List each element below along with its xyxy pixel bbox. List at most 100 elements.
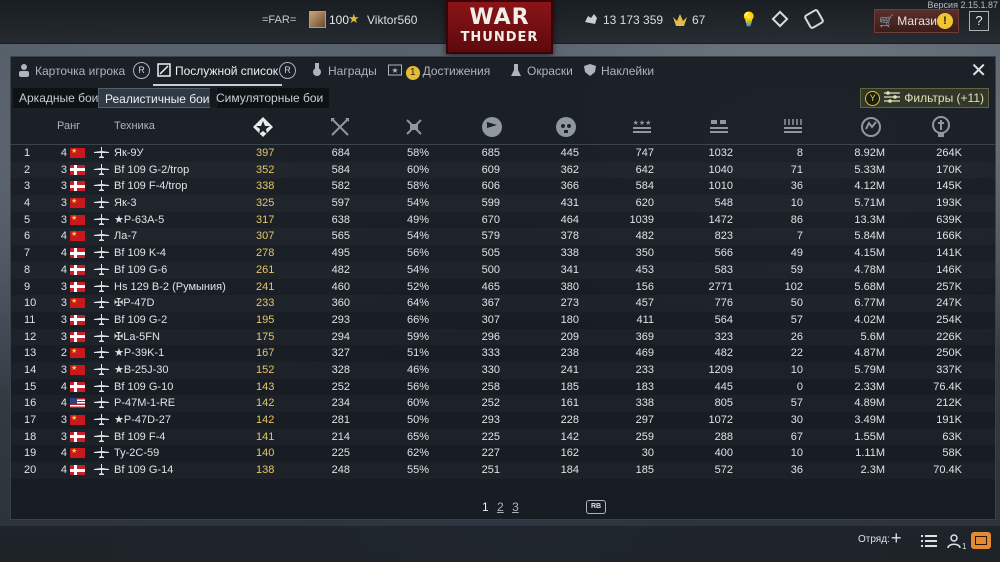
- air-kills-icon[interactable]: [328, 115, 352, 139]
- row-number: 12: [24, 330, 37, 343]
- stat-cell: 86: [790, 213, 803, 226]
- table-row[interactable]: 10 3 ✠P-47D 233 360 64% 367 273 457 776 50 6.77M 247…: [11, 294, 995, 312]
- stat-cell: 191K: [936, 414, 962, 426]
- shop-button[interactable]: 🛒 Магазин !: [874, 9, 959, 33]
- page-current[interactable]: 1: [482, 500, 489, 514]
- tab-camouflages[interactable]: Окраски: [509, 61, 573, 83]
- diamond-icon[interactable]: [771, 10, 789, 28]
- tab-decals[interactable]: Наклейки: [583, 61, 654, 83]
- flag-icon[interactable]: [480, 115, 504, 139]
- table-row[interactable]: 11 3 Bf 109 G-2 195 293 66% 307 180 411 564 57 4.02…: [11, 312, 995, 329]
- tab-awards[interactable]: Награды: [310, 61, 377, 83]
- activity-icon[interactable]: [859, 115, 883, 139]
- achievements-icon: ★: [388, 64, 402, 76]
- clan-tag[interactable]: =FAR=: [262, 14, 296, 26]
- player-level: 100: [329, 13, 350, 27]
- table-row[interactable]: 6 4 Ла-7 307 565 54% 579 378 482 823 7 5.84M 166K: [11, 227, 995, 245]
- aircraft-icon: [94, 180, 109, 192]
- help-button[interactable]: ?: [969, 11, 989, 31]
- stat-cell: 453: [635, 263, 654, 276]
- stat-cell: 30: [790, 414, 803, 426]
- stat-cell: 495: [331, 247, 350, 260]
- stat-cell: 445: [560, 147, 579, 159]
- table-row[interactable]: 20 4 Bf 109 G-14 138 248 55% 251 184 185 572 36 2.3…: [11, 462, 995, 479]
- filters-button[interactable]: Y Фильтры (+11): [860, 88, 989, 108]
- stat-cell: 10: [790, 363, 803, 376]
- war-thunder-logo[interactable]: WAR THUNDER: [446, 0, 553, 54]
- stat-cell: 4.89M: [854, 397, 885, 410]
- add-squad-icon[interactable]: +: [891, 529, 902, 547]
- stat-cell: 156: [635, 280, 654, 293]
- player-nickname[interactable]: Viktor560: [367, 13, 417, 27]
- header-vehicle[interactable]: Техника: [114, 120, 155, 132]
- page-link[interactable]: 2: [497, 500, 504, 514]
- table-row[interactable]: 14 3 ★B-25J-30 152 328 46% 330 241 233 1209 10 5.79…: [11, 361, 995, 379]
- country-flag-icon: [70, 381, 85, 392]
- silver-icon[interactable]: [929, 115, 953, 139]
- table-row[interactable]: 3 3 Bf 109 F-4/trop 338 582 58% 606 366 584 1010 3…: [11, 178, 995, 195]
- tab-arcade[interactable]: Аркадные бои: [13, 88, 105, 108]
- tab-player-card[interactable]: Карточка игрока: [17, 61, 125, 83]
- table-row[interactable]: 1 4 Як-9У 397 684 58% 685 445 747 1032 8 8.92M 264K: [11, 144, 995, 162]
- row-number: 3: [24, 180, 31, 193]
- list-icon[interactable]: [921, 535, 937, 547]
- table-row[interactable]: 15 4 Bf 109 G-10 143 252 56% 258 185 183 445 0 2.33…: [11, 379, 995, 396]
- air-targets-icon[interactable]: ★★★: [630, 115, 654, 139]
- vehicle-name: Bf 109 F-4: [114, 430, 166, 443]
- avatar[interactable]: [309, 11, 326, 28]
- table-row[interactable]: 16 4 P-47M-1-RE 142 234 60% 252 161 338 805 57 4.89…: [11, 395, 995, 412]
- vehicle-rank: 3: [60, 414, 67, 426]
- stat-cell: 184: [560, 464, 579, 477]
- tab-achievements[interactable]: ★ 1 Достижения: [388, 61, 490, 83]
- header-rank[interactable]: Ранг: [57, 120, 80, 132]
- bottom-bar: Отряд: + 1: [0, 526, 1000, 562]
- tab-realistic[interactable]: Реалистичные бои: [98, 88, 217, 108]
- table-row[interactable]: 18 3 Bf 109 F-4 141 214 65% 225 142 259 288 67 1.55…: [11, 429, 995, 446]
- vehicle-rank: 4: [60, 380, 67, 393]
- table-row[interactable]: 8 4 Bf 109 G-6 261 482 54% 500 341 453 583 59 4.78M…: [11, 262, 995, 279]
- vehicle-rank: 3: [60, 313, 67, 326]
- row-number: 16: [24, 397, 37, 410]
- stat-cell: 4.78M: [854, 263, 885, 276]
- table-row[interactable]: 9 3 Hs 129 B-2 (Румыния) 241 460 52% 465 380 156…: [11, 279, 995, 296]
- stat-cell: 505: [481, 247, 500, 260]
- table-row[interactable]: 5 3 ★P-63A-5 317 638 49% 670 464 1039 1472 86 13.3M…: [11, 211, 995, 229]
- naval-targets-icon[interactable]: [781, 115, 805, 139]
- stat-cell: 380: [560, 280, 579, 293]
- stat-cell: 1032: [708, 147, 733, 159]
- vehicle-rank: 4: [60, 397, 67, 410]
- top-bar: Версия 2.15.1.87 =FAR= 100 ★ Viktor560 W…: [0, 0, 1000, 54]
- key-hint-left: R: [133, 62, 150, 79]
- stat-cell: 58%: [406, 147, 429, 159]
- golden-eagles-balance[interactable]: 67: [692, 13, 705, 27]
- mail-icon[interactable]: [971, 532, 991, 549]
- close-icon[interactable]: ✕: [970, 61, 987, 81]
- stat-cell: 254K: [936, 313, 962, 326]
- stat-cell: 166K: [936, 230, 962, 243]
- deaths-icon[interactable]: [554, 115, 578, 139]
- country-flag-icon: [70, 164, 85, 175]
- table-row[interactable]: 12 3 ✠La-5FN 175 294 59% 296 209 369 323 26 5.6M 226…: [11, 329, 995, 346]
- battles-value: 140: [256, 447, 275, 460]
- table-row[interactable]: 13 2 ★P-39K-1 167 327 51% 333 238 469 482 22 4.87M 2…: [11, 344, 995, 362]
- ground-targets-icon[interactable]: [707, 115, 731, 139]
- table-row[interactable]: 7 4 Bf 109 K-4 278 495 56% 505 338 350 566 49 4.15M…: [11, 245, 995, 262]
- table-row[interactable]: 19 4 Ту-2С-59 140 225 62% 227 162 30 400 10 1.11M 58…: [11, 444, 995, 462]
- lightbulb-icon[interactable]: 💡: [740, 11, 757, 28]
- table-body: 14Як-9У39768458%685445747103288.92M264K2…: [11, 144, 995, 479]
- stat-cell: 227: [481, 447, 500, 460]
- filters-label: Фильтры (+11): [904, 91, 984, 105]
- stat-cell: 5.33M: [854, 163, 885, 176]
- page-link[interactable]: 3: [512, 500, 519, 514]
- table-row[interactable]: 17 3 ★P-47D-27 142 281 50% 293 228 297 1072 30 3.49…: [11, 411, 995, 429]
- ticket-icon[interactable]: [803, 8, 825, 30]
- table-row[interactable]: 4 3 Як-3 325 597 54% 599 431 620 548 10 5.71M 193K: [11, 194, 995, 212]
- tab-service-record[interactable]: Послужной список: [152, 61, 283, 86]
- ground-kills-icon[interactable]: [402, 115, 426, 139]
- battles-icon[interactable]: [251, 115, 275, 139]
- country-flag-icon: [70, 314, 85, 325]
- tab-simulator[interactable]: Симуляторные бои: [210, 88, 330, 108]
- silver-lions-balance[interactable]: 13 173 359: [603, 13, 663, 27]
- stat-cell: 241: [560, 363, 579, 376]
- table-row[interactable]: 2 3 Bf 109 G-2/trop 352 584 60% 609 362 642 1040 7…: [11, 162, 995, 179]
